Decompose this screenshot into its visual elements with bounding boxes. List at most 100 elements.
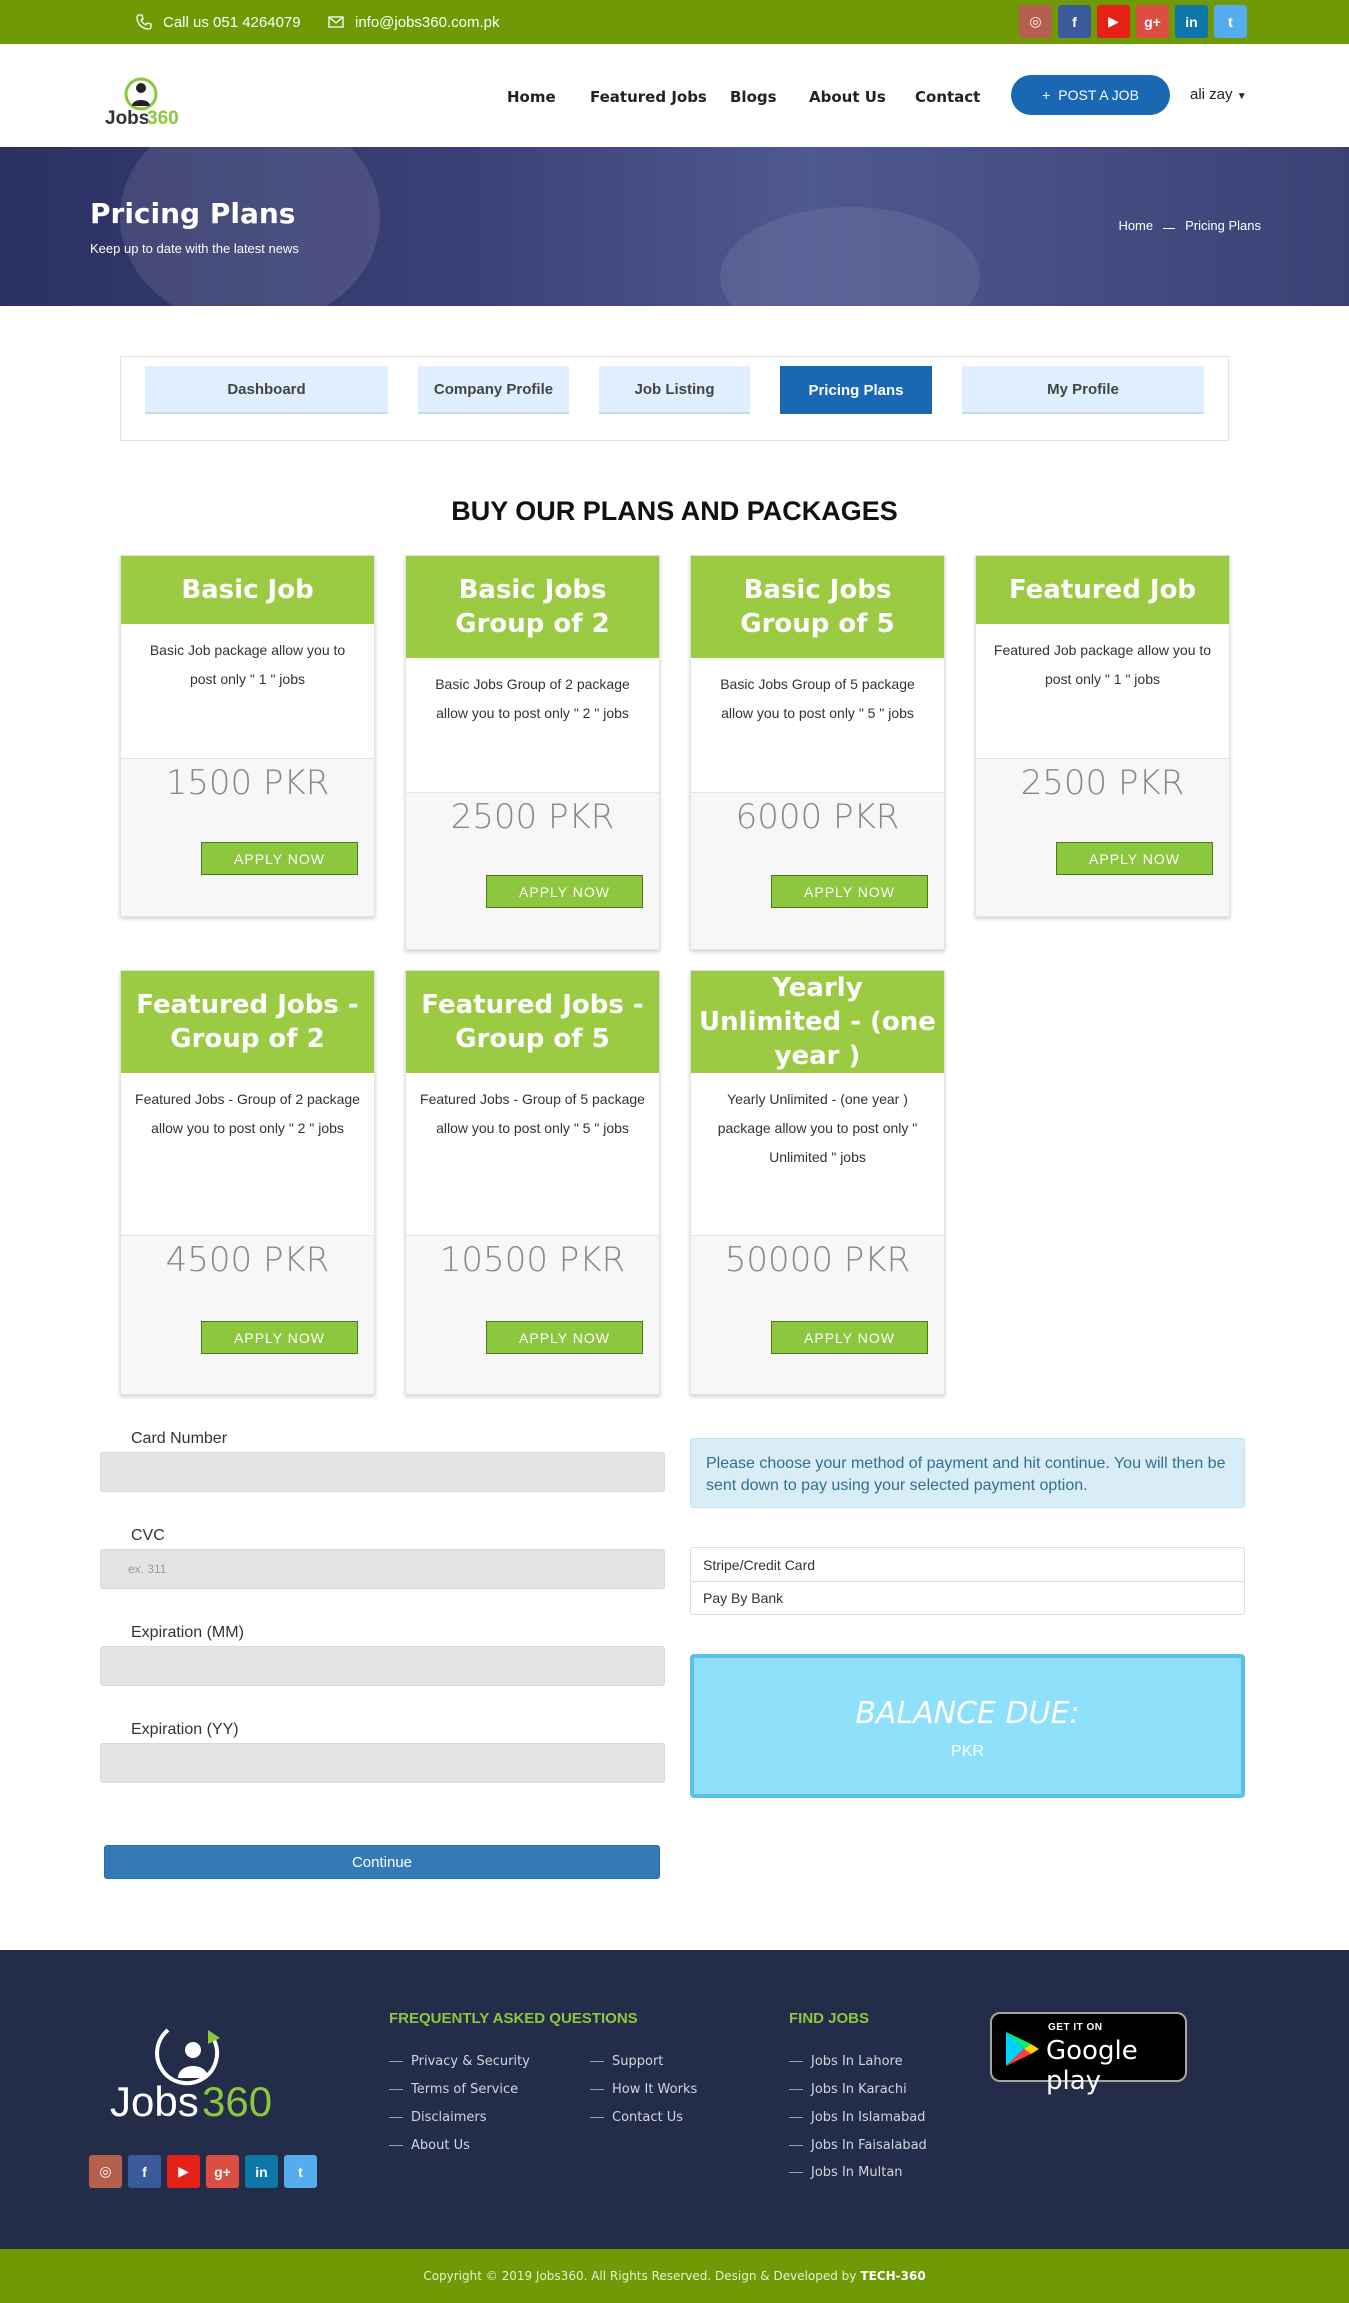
exp-mm-input[interactable]	[100, 1646, 665, 1686]
plan-price: 10500 PKR	[439, 1240, 626, 1280]
footer-link-label: About Us	[411, 2138, 470, 2153]
footer-link-islamabad[interactable]: Jobs In Islamabad	[789, 2110, 925, 2125]
plan-description: Basic Job package allow you to post only…	[121, 624, 374, 759]
tab-my-profile[interactable]: My Profile	[962, 366, 1204, 414]
plan-card: Featured Jobs - Group of 5 Featured Jobs…	[405, 970, 660, 1395]
apply-now-button[interactable]: APPLY NOW	[771, 875, 928, 908]
tab-pricing-plans[interactable]: Pricing Plans	[780, 366, 932, 414]
caret-down-icon: ▼	[1236, 91, 1247, 102]
card-number-label: Card Number	[131, 1430, 228, 1447]
footer-link-terms[interactable]: Terms of Service	[389, 2082, 518, 2097]
mail-icon	[327, 13, 345, 31]
payment-option-bank[interactable]: Pay By Bank	[691, 1581, 1244, 1614]
developer-link[interactable]: TECH-360	[860, 2269, 925, 2283]
nav-about-us[interactable]: About Us	[809, 88, 886, 106]
apply-now-button[interactable]: APPLY NOW	[201, 842, 358, 875]
plan-price: 6000 PKR	[735, 797, 900, 837]
tab-dashboard[interactable]: Dashboard	[145, 366, 388, 414]
footer-link-lahore[interactable]: Jobs In Lahore	[789, 2054, 903, 2069]
footer-link-label: How It Works	[612, 2082, 698, 2097]
tab-company-profile[interactable]: Company Profile	[418, 366, 569, 414]
continue-button[interactable]: Continue	[104, 1845, 660, 1879]
plan-title: Basic Jobs Group of 5	[691, 556, 944, 658]
footer-link-multan[interactable]: Jobs In Multan	[789, 2165, 903, 2180]
apply-now-button[interactable]: APPLY NOW	[771, 1321, 928, 1354]
footer-link-how-it-works[interactable]: How It Works	[590, 2082, 697, 2097]
exp-yy-input[interactable]	[100, 1743, 665, 1783]
post-job-button[interactable]: + POST A JOB	[1011, 75, 1170, 115]
google-plus-icon[interactable]: g+	[1136, 5, 1169, 38]
plan-price: 4500 PKR	[165, 1240, 330, 1280]
apply-now-button[interactable]: APPLY NOW	[1056, 842, 1213, 875]
page-subtitle: Keep up to date with the latest news	[90, 241, 299, 256]
exp-yy-label: Expiration (YY)	[131, 1721, 239, 1738]
plan-description: Basic Jobs Group of 2 package allow you …	[406, 658, 659, 793]
footer-link-privacy[interactable]: Privacy & Security	[389, 2054, 530, 2069]
breadcrumb-home[interactable]: Home	[1118, 218, 1153, 233]
footer-link-contact[interactable]: Contact Us	[590, 2110, 683, 2125]
plan-card: Featured Job Featured Job package allow …	[975, 555, 1230, 917]
phone-contact[interactable]: Call us 051 4264079	[135, 0, 301, 44]
footer-link-karachi[interactable]: Jobs In Karachi	[789, 2082, 907, 2097]
twitter-icon[interactable]: t	[284, 2155, 317, 2188]
plan-title: Featured Job	[976, 556, 1229, 624]
apply-now-button[interactable]: APPLY NOW	[486, 875, 643, 908]
google-play-icon	[1004, 2030, 1040, 2073]
youtube-icon[interactable]: ▶	[167, 2155, 200, 2188]
plan-description: Basic Jobs Group of 5 package allow you …	[691, 658, 944, 793]
balance-due-label: BALANCE DUE:	[855, 1696, 1080, 1731]
card-number-input[interactable]	[100, 1452, 665, 1492]
nav-featured-jobs[interactable]: Featured Jobs	[590, 88, 707, 106]
plan-description: Featured Jobs - Group of 5 package allow…	[406, 1073, 659, 1236]
user-menu[interactable]: ali zay ▼	[1190, 86, 1247, 103]
linkedin-icon[interactable]: in	[245, 2155, 278, 2188]
google-play-badge[interactable]: GET IT ON Google play	[990, 2012, 1187, 2096]
facebook-icon[interactable]: f	[1058, 5, 1091, 38]
cvc-input[interactable]: ex. 311	[100, 1549, 665, 1589]
nav-blogs[interactable]: Blogs	[730, 88, 777, 106]
plan-card: Yearly Unlimited - (one year ) Yearly Un…	[690, 970, 945, 1395]
payment-info-alert: Please choose your method of payment and…	[690, 1438, 1245, 1508]
instagram-icon[interactable]: ◎	[89, 2155, 122, 2188]
plan-title: Featured Jobs - Group of 5	[406, 971, 659, 1073]
youtube-icon[interactable]: ▶	[1097, 5, 1130, 38]
apply-now-button[interactable]: APPLY NOW	[201, 1321, 358, 1354]
google-plus-icon[interactable]: g+	[206, 2155, 239, 2188]
payment-option-stripe[interactable]: Stripe/Credit Card	[691, 1548, 1244, 1581]
social-links: ◎ f ▶ g+ in t	[1019, 5, 1247, 38]
footer-link-label: Jobs In Lahore	[811, 2054, 903, 2069]
svg-text:360: 360	[147, 108, 179, 129]
footer-link-label: Disclaimers	[411, 2110, 487, 2125]
nav-home[interactable]: Home	[507, 88, 556, 106]
email-contact[interactable]: info@jobs360.com.pk	[327, 0, 499, 44]
user-name: ali zay	[1190, 86, 1233, 103]
nav-contact[interactable]: Contact	[915, 88, 980, 106]
cvc-label: CVC	[131, 1527, 165, 1544]
page-title: Pricing Plans	[90, 197, 296, 230]
faq-title: FREQUENTLY ASKED QUESTIONS	[389, 2010, 638, 2027]
plan-price: 2500 PKR	[450, 797, 615, 837]
breadcrumb: Home Pricing Plans	[1118, 218, 1261, 233]
plan-card: Basic Jobs Group of 5 Basic Jobs Group o…	[690, 555, 945, 950]
facebook-icon[interactable]: f	[128, 2155, 161, 2188]
instagram-icon[interactable]: ◎	[1019, 5, 1052, 38]
site-logo[interactable]: Jobs 360	[103, 74, 193, 132]
breadcrumb-current: Pricing Plans	[1185, 218, 1261, 233]
google-play-bottom-text: Google play	[1046, 2036, 1138, 2096]
apply-now-button[interactable]: APPLY NOW	[486, 1321, 643, 1354]
phone-text: Call us 051 4264079	[163, 13, 301, 31]
footer-link-label: Jobs In Faisalabad	[811, 2138, 927, 2153]
footer-link-about[interactable]: About Us	[389, 2138, 470, 2153]
footer-link-label: Support	[612, 2054, 664, 2069]
tab-job-listing[interactable]: Job Listing	[599, 366, 750, 414]
footer-link-label: Jobs In Multan	[811, 2165, 903, 2180]
footer-link-disclaimers[interactable]: Disclaimers	[389, 2110, 487, 2125]
footer-logo[interactable]: Jobs 360	[108, 2020, 292, 2130]
find-jobs-title: FIND JOBS	[789, 2010, 870, 2027]
footer-link-faisalabad[interactable]: Jobs In Faisalabad	[789, 2138, 927, 2153]
footer-link-support[interactable]: Support	[590, 2054, 663, 2069]
twitter-icon[interactable]: t	[1214, 5, 1247, 38]
payment-method-list: Stripe/Credit Card Pay By Bank	[690, 1547, 1245, 1615]
linkedin-icon[interactable]: in	[1175, 5, 1208, 38]
phone-icon	[135, 13, 153, 31]
